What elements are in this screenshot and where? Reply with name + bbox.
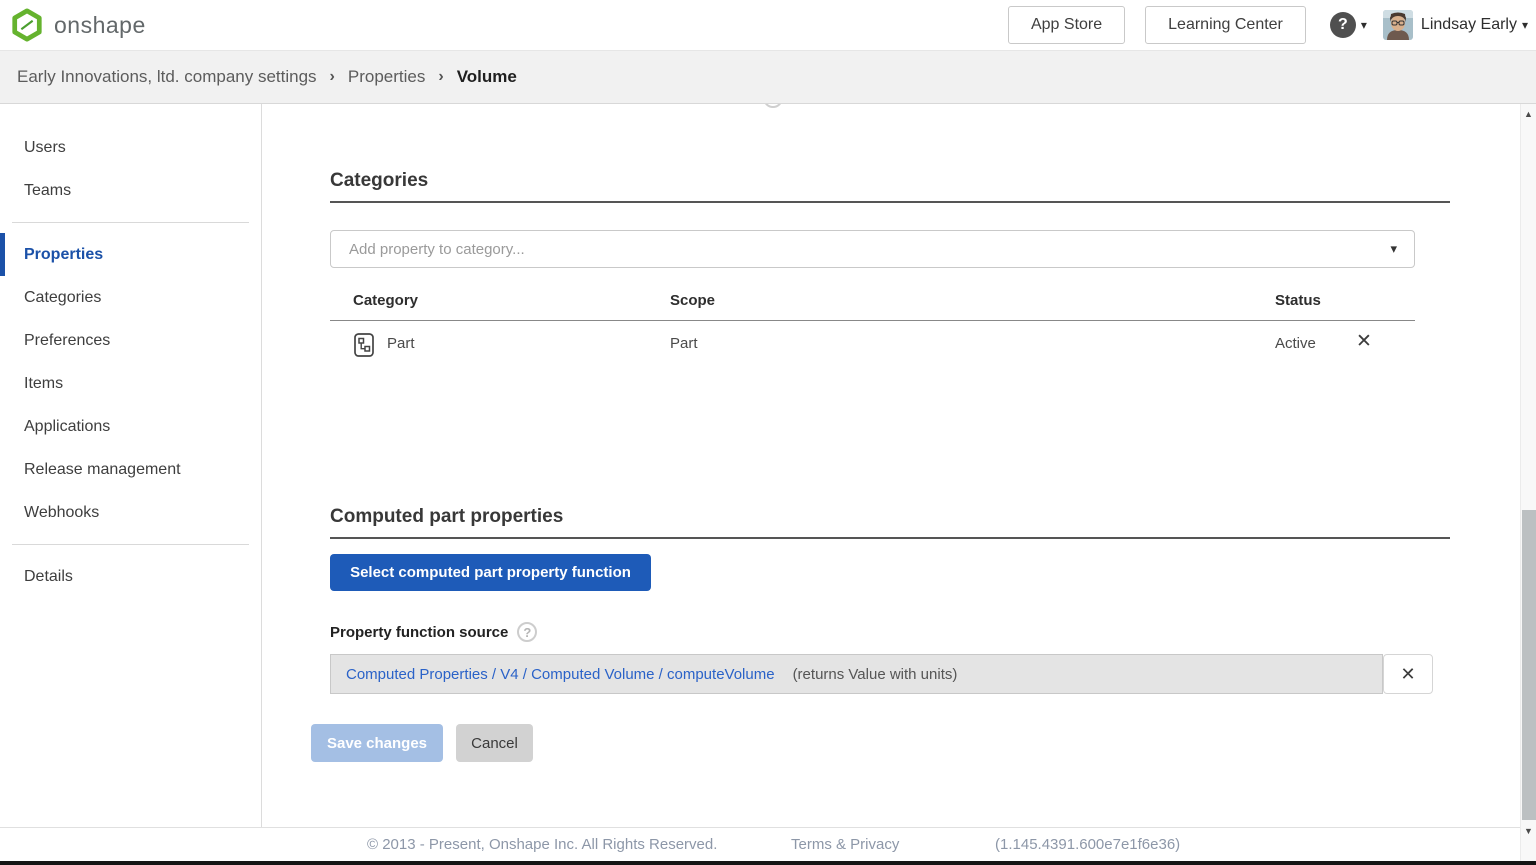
- category-tree-icon: [354, 333, 374, 357]
- chevron-down-icon: ▾: [1361, 18, 1367, 32]
- breadcrumb-company[interactable]: Early Innovations, ltd. company settings: [17, 67, 317, 87]
- logo-wordmark: onshape: [54, 12, 146, 39]
- clear-source-button[interactable]: ✕: [1383, 654, 1433, 694]
- function-source-note: (returns Value with units): [793, 666, 958, 683]
- cancel-button[interactable]: Cancel: [456, 724, 533, 762]
- clipped-help-icon: [763, 104, 783, 108]
- column-header-status: Status: [1275, 292, 1321, 309]
- breadcrumb-current-page: Volume: [457, 67, 517, 87]
- breadcrumb-separator: ›: [438, 68, 443, 86]
- sidebar-divider: [12, 544, 249, 545]
- app-store-button[interactable]: App Store: [1008, 6, 1125, 44]
- breadcrumb-separator: ›: [330, 68, 335, 86]
- sidebar-item-items[interactable]: Items: [0, 362, 261, 405]
- version-text: (1.145.4391.600e7e1f6e36): [995, 828, 1180, 861]
- avatar-image: [1383, 10, 1413, 40]
- onshape-logo-icon: [10, 8, 44, 42]
- sidebar-item-webhooks[interactable]: Webhooks: [0, 491, 261, 534]
- top-header: onshape App Store Learning Center ? ▾ Li…: [0, 0, 1536, 50]
- onshape-logo[interactable]: onshape: [10, 8, 146, 42]
- column-header-scope: Scope: [670, 292, 715, 309]
- main-content: Categories ▾ Category Scope Status Part …: [263, 104, 1520, 827]
- sidebar-item-categories[interactable]: Categories: [0, 276, 261, 319]
- status-badge: Active: [1275, 335, 1316, 352]
- sidebar-item-applications[interactable]: Applications: [0, 405, 261, 448]
- sidebar-item-users[interactable]: Users: [0, 126, 261, 169]
- user-menu[interactable]: Lindsay Early ▾: [1421, 16, 1528, 34]
- chevron-down-icon: ▾: [1522, 18, 1528, 32]
- categories-table-header: Category Scope Status: [330, 288, 1415, 321]
- user-name: Lindsay Early: [1421, 16, 1517, 34]
- property-function-source-field: Computed Properties / V4 / Computed Volu…: [330, 654, 1383, 694]
- cell-category: Part: [387, 335, 415, 352]
- sidebar-divider: [12, 222, 249, 223]
- function-source-link[interactable]: Computed Properties / V4 / Computed Volu…: [346, 666, 775, 683]
- sidebar-item-teams[interactable]: Teams: [0, 169, 261, 212]
- table-row: Part Part Active ✕: [330, 322, 1415, 366]
- select-computed-function-button[interactable]: Select computed part property function: [330, 554, 651, 591]
- sidebar-item-details[interactable]: Details: [0, 555, 261, 598]
- help-circle-icon[interactable]: ?: [517, 622, 537, 642]
- terms-privacy-link[interactable]: Terms & Privacy: [791, 828, 899, 861]
- cell-scope: Part: [670, 335, 698, 352]
- settings-sidebar: Users Teams Properties Categories Prefer…: [0, 104, 262, 827]
- sidebar-item-preferences[interactable]: Preferences: [0, 319, 261, 362]
- property-function-source-label: Property function source: [330, 624, 508, 641]
- breadcrumb: Early Innovations, ltd. company settings…: [0, 50, 1536, 104]
- remove-category-icon[interactable]: ✕: [1356, 332, 1372, 351]
- sidebar-item-properties[interactable]: Properties: [0, 233, 261, 276]
- help-menu[interactable]: ? ▾: [1330, 12, 1367, 38]
- learning-center-button[interactable]: Learning Center: [1145, 6, 1306, 44]
- sidebar-item-release-management[interactable]: Release management: [0, 448, 261, 491]
- window-bottom-edge: [0, 861, 1536, 865]
- avatar[interactable]: [1383, 10, 1413, 40]
- computed-section-title: Computed part properties: [330, 506, 1450, 539]
- combobox-caret-icon[interactable]: ▾: [1390, 241, 1414, 257]
- vertical-scrollbar[interactable]: ▲ ▼: [1520, 104, 1536, 861]
- column-header-category: Category: [353, 292, 418, 309]
- copyright-text: © 2013 - Present, Onshape Inc. All Right…: [367, 828, 717, 861]
- scrollbar-thumb[interactable]: [1522, 510, 1536, 820]
- save-changes-button[interactable]: Save changes: [311, 724, 443, 762]
- scrollbar-down-icon[interactable]: ▼: [1521, 826, 1536, 836]
- help-icon[interactable]: ?: [1330, 12, 1356, 38]
- page-footer: © 2013 - Present, Onshape Inc. All Right…: [0, 827, 1536, 861]
- breadcrumb-properties[interactable]: Properties: [348, 67, 425, 87]
- add-category-input[interactable]: [331, 241, 1390, 258]
- scrollbar-up-icon[interactable]: ▲: [1521, 109, 1536, 119]
- add-category-combobox[interactable]: ▾: [330, 230, 1415, 268]
- categories-section-title: Categories: [330, 170, 1450, 203]
